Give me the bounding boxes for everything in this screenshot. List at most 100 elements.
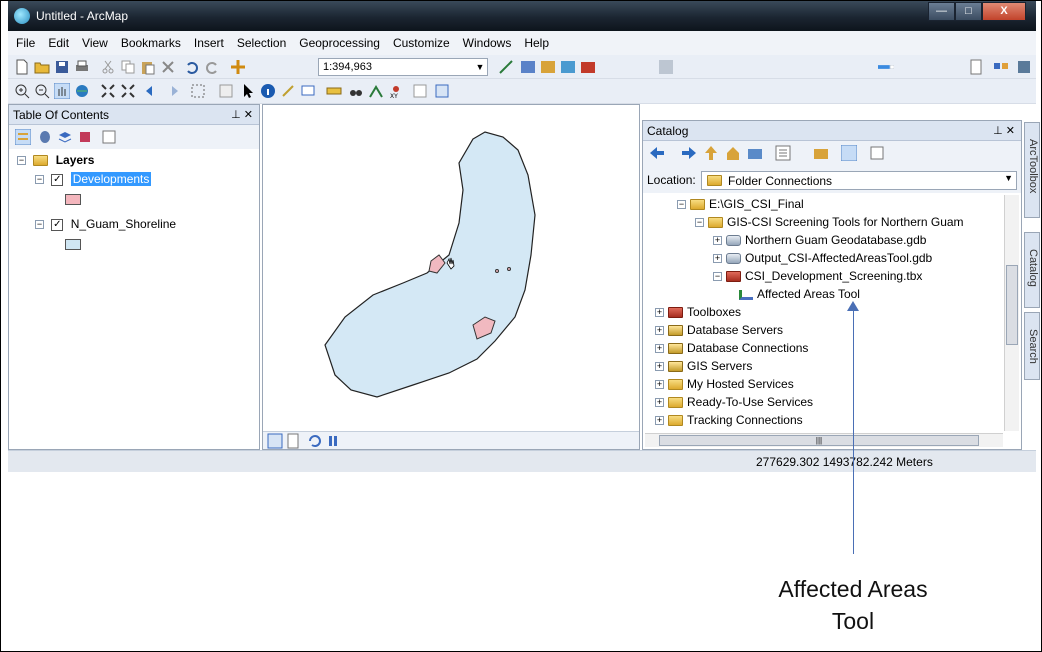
menu-customize[interactable]: Customize (393, 36, 450, 50)
map-scale-combo[interactable]: 1:394,963 ▼ (318, 58, 488, 76)
collapse-icon[interactable]: − (677, 200, 686, 210)
fixed-zoom-in-icon[interactable] (100, 83, 116, 99)
collapse-icon[interactable]: − (35, 175, 44, 185)
layout-view-icon[interactable] (285, 433, 301, 449)
tree-item[interactable]: − E:\GIS_CSI_Final (677, 195, 804, 213)
select-features-icon[interactable] (190, 83, 206, 99)
refresh-icon[interactable] (307, 433, 323, 449)
tree-item[interactable]: − GIS-CSI Screening Tools for Northern Gu… (695, 213, 964, 231)
layer-visibility-checkbox[interactable]: ✓ (51, 218, 64, 231)
development-polygon-3[interactable] (495, 269, 499, 273)
options-icon[interactable] (869, 145, 885, 161)
layout-page-icon[interactable] (968, 59, 984, 75)
menu-edit[interactable]: Edit (48, 36, 69, 50)
find-binoculars-icon[interactable] (348, 83, 364, 99)
zoom-in-icon[interactable] (14, 83, 30, 99)
home-folder-icon[interactable] (725, 145, 741, 161)
toc-layer-developments[interactable]: − ✓ Developments (35, 172, 152, 186)
tree-item[interactable]: + Output_CSI-AffectedAreasTool.gdb (713, 249, 932, 267)
pin-close-icon[interactable]: ⊥ ✕ (993, 124, 1015, 137)
delete-icon[interactable] (160, 59, 176, 75)
model-builder-icon[interactable] (993, 59, 1009, 75)
maximize-button[interactable]: □ (955, 2, 982, 21)
expand-icon[interactable]: + (655, 398, 664, 408)
tree-item[interactable]: + Ready-To-Use Services (655, 393, 813, 411)
tab-search[interactable]: Search (1024, 312, 1040, 380)
menu-help[interactable]: Help (524, 36, 549, 50)
time-slider-icon[interactable] (412, 83, 428, 99)
tree-item[interactable]: − CSI_Development_Screening.tbx (713, 267, 922, 285)
map-canvas[interactable] (263, 105, 639, 431)
toggle-contents-icon[interactable] (775, 145, 791, 161)
paste-icon[interactable] (140, 59, 156, 75)
tree-item[interactable]: + Northern Guam Geodatabase.gdb (713, 231, 926, 249)
layer-visibility-checkbox[interactable]: ✓ (51, 173, 64, 186)
catalog-window-icon[interactable] (540, 59, 556, 75)
copy-icon[interactable] (120, 59, 136, 75)
pin-close-icon[interactable]: ⊥ ✕ (231, 108, 253, 121)
layer-name[interactable]: N_Guam_Shoreline (71, 217, 176, 231)
connect-to-folder-icon[interactable] (747, 145, 763, 161)
menu-file[interactable]: File (16, 36, 35, 50)
cut-icon[interactable] (100, 59, 116, 75)
tab-arctoolbox[interactable]: ArcToolbox (1024, 122, 1040, 218)
measure-icon[interactable] (326, 83, 342, 99)
create-viewer-window-icon[interactable] (434, 83, 450, 99)
catalog-vertical-scrollbar[interactable] (1004, 195, 1019, 431)
arctoolbox-window-icon[interactable] (580, 59, 596, 75)
tree-item[interactable]: + GIS Servers (655, 357, 752, 375)
collapse-icon[interactable]: − (713, 272, 722, 282)
editor-toolbar-icon[interactable] (498, 59, 514, 75)
table-of-contents-window-icon[interactable] (520, 59, 536, 75)
redo-icon[interactable] (204, 59, 220, 75)
scrollbar-thumb[interactable]: ||| (659, 435, 979, 446)
options-icon[interactable] (101, 129, 117, 145)
add-data-icon[interactable] (230, 59, 246, 75)
identify-icon[interactable] (260, 83, 276, 99)
new-document-icon[interactable] (14, 59, 30, 75)
location-combo[interactable]: Folder Connections ▼ (701, 171, 1017, 190)
expand-icon[interactable]: + (655, 416, 664, 426)
development-polygon-4[interactable] (507, 267, 511, 271)
menu-windows[interactable]: Windows (463, 36, 512, 50)
zoom-out-icon[interactable] (34, 83, 50, 99)
search-window-icon[interactable] (560, 59, 576, 75)
undo-icon[interactable] (184, 59, 200, 75)
menu-bookmarks[interactable]: Bookmarks (121, 36, 181, 50)
zoom-percent-combo[interactable] (878, 59, 894, 75)
tree-item[interactable]: + Tracking Connections (655, 411, 803, 429)
tab-catalog[interactable]: Catalog (1024, 232, 1040, 308)
collapse-icon[interactable]: − (17, 156, 26, 166)
tree-item[interactable]: + Database Connections (655, 339, 808, 357)
map-view[interactable] (262, 104, 640, 450)
back-arrow-icon[interactable] (649, 145, 665, 161)
catalog-horizontal-scrollbar[interactable]: ||| (645, 433, 1003, 447)
print-icon[interactable] (74, 59, 90, 75)
menu-selection[interactable]: Selection (237, 36, 286, 50)
layer-name[interactable]: Developments (70, 172, 152, 186)
save-icon[interactable] (54, 59, 70, 75)
fixed-zoom-out-icon[interactable] (120, 83, 136, 99)
scrollbar-thumb[interactable] (1006, 265, 1018, 345)
expand-icon[interactable]: + (655, 380, 664, 390)
close-button[interactable]: X (982, 2, 1026, 21)
minimize-button[interactable]: — (928, 2, 955, 21)
full-extent-globe-icon[interactable] (74, 83, 90, 99)
data-view-icon[interactable] (267, 433, 283, 449)
html-popup-icon[interactable] (300, 83, 316, 99)
metadata-icon[interactable] (841, 145, 857, 161)
pause-drawing-icon[interactable] (325, 433, 341, 449)
tree-item[interactable]: + Toolboxes (655, 303, 741, 321)
select-elements-arrow-icon[interactable] (240, 83, 256, 99)
open-folder-icon[interactable] (34, 59, 50, 75)
expand-icon[interactable]: + (655, 308, 664, 318)
expand-icon[interactable]: + (713, 236, 722, 246)
tree-item[interactable]: + Database Servers (655, 321, 783, 339)
toc-layer-shoreline[interactable]: − ✓ N_Guam_Shoreline (35, 217, 176, 231)
tree-item[interactable]: + My Hosted Services (655, 375, 794, 393)
forward-arrow-icon[interactable] (681, 145, 697, 161)
list-by-selection-icon[interactable] (77, 129, 93, 145)
chevron-down-icon[interactable]: ▼ (1004, 173, 1013, 183)
new-folder-icon[interactable] (813, 145, 829, 161)
list-by-drawing-order-icon[interactable] (15, 129, 31, 145)
